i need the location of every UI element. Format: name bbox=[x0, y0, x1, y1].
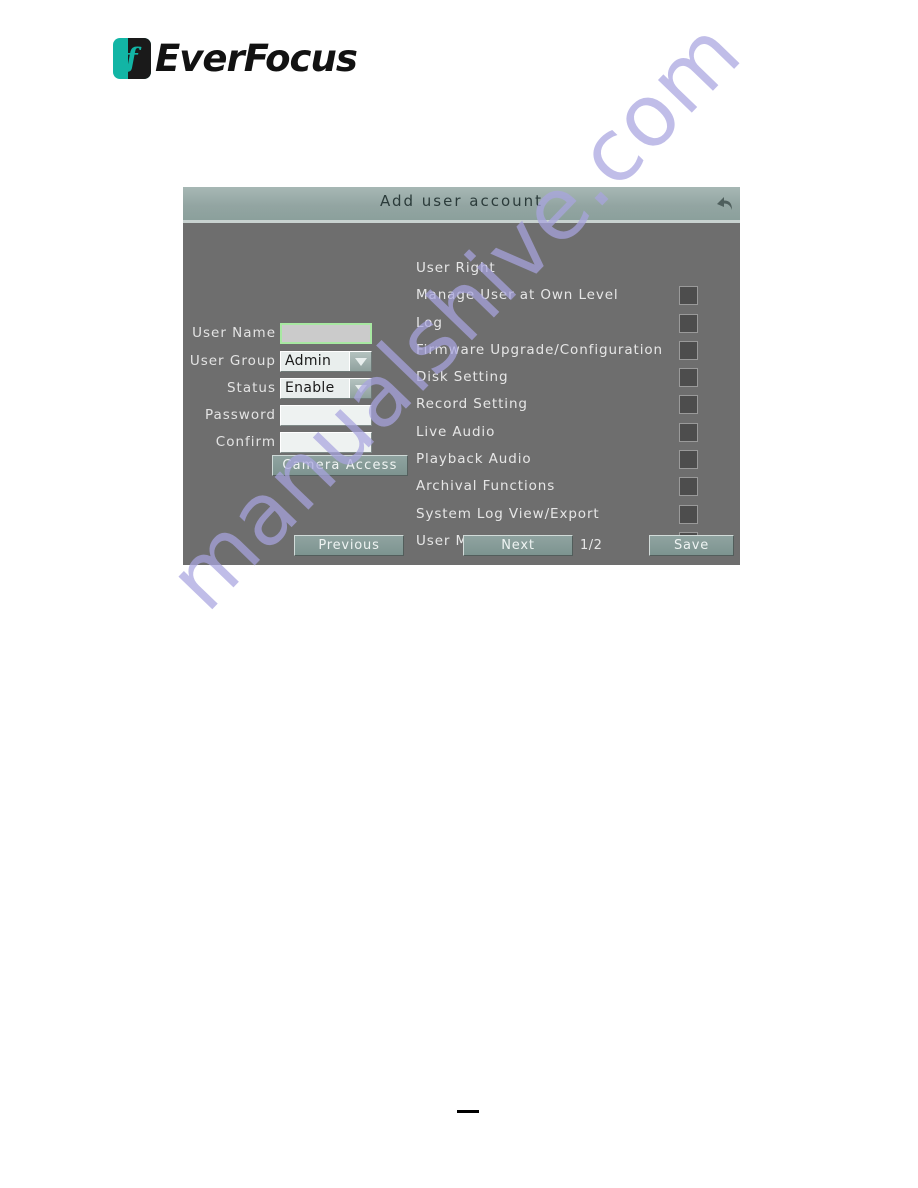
save-button[interactable]: Save bbox=[649, 535, 734, 556]
permission-row: Playback Audio bbox=[416, 448, 740, 475]
permission-label: Live Audio bbox=[416, 423, 496, 440]
chevron-down-icon[interactable] bbox=[349, 379, 371, 398]
permission-row: Firmware Upgrade/Configuration bbox=[416, 339, 740, 366]
page-number-dash bbox=[457, 1110, 479, 1113]
permission-checkbox[interactable] bbox=[679, 340, 698, 360]
permission-label: Disk Setting bbox=[416, 369, 509, 386]
camera-access-button[interactable]: Camera Access bbox=[272, 455, 408, 476]
permission-label: System Log View/Export bbox=[416, 505, 600, 522]
back-arrow-icon[interactable] bbox=[708, 188, 738, 218]
permission-checkbox[interactable] bbox=[679, 450, 698, 470]
form-row-password: Password bbox=[183, 405, 413, 429]
form-row-status: Status Enable bbox=[183, 378, 413, 402]
user-name-label: User Name bbox=[192, 325, 276, 341]
status-select[interactable]: Enable bbox=[280, 378, 372, 399]
page-indicator: 1/2 bbox=[580, 538, 603, 553]
permission-row: Manage User at Own Level bbox=[416, 284, 740, 311]
user-group-value: Admin bbox=[285, 353, 332, 369]
confirm-input[interactable] bbox=[280, 432, 372, 453]
permission-row: Live Audio bbox=[416, 421, 740, 448]
status-value: Enable bbox=[285, 380, 335, 396]
permission-checkbox[interactable] bbox=[679, 395, 698, 415]
dialog-title: Add user account bbox=[379, 192, 544, 210]
user-name-input[interactable] bbox=[280, 323, 372, 344]
dialog-titlebar: Add user account bbox=[183, 187, 740, 223]
chevron-down-icon[interactable] bbox=[349, 352, 371, 371]
permission-row: Disk Setting bbox=[416, 366, 740, 393]
permission-checkbox[interactable] bbox=[679, 504, 698, 524]
user-right-header-label: User Right bbox=[416, 260, 496, 276]
form-row-user-name: User Name bbox=[183, 323, 413, 347]
permission-checkbox[interactable] bbox=[679, 477, 698, 497]
password-input[interactable] bbox=[280, 405, 372, 426]
permission-checkbox[interactable] bbox=[679, 422, 698, 442]
dialog-body: User Name User Group Admin Status Enable… bbox=[183, 223, 740, 565]
brand-name: EverFocus bbox=[155, 36, 358, 80]
user-group-label: User Group bbox=[189, 353, 276, 369]
next-button[interactable]: Next bbox=[463, 535, 573, 556]
password-label: Password bbox=[204, 407, 276, 423]
user-right-header-row: User Right bbox=[416, 257, 740, 284]
previous-button[interactable]: Previous bbox=[294, 535, 404, 556]
permission-label: Log bbox=[416, 314, 443, 331]
everfocus-logo-mark-icon: f bbox=[113, 38, 151, 79]
permission-row: Log bbox=[416, 312, 740, 339]
user-group-select[interactable]: Admin bbox=[280, 351, 372, 372]
form-row-confirm: Confirm bbox=[183, 432, 413, 456]
user-right-permission-list: User Right Manage User at Own Level Log … bbox=[416, 257, 740, 557]
confirm-label: Confirm bbox=[215, 434, 276, 450]
logo-mark-letter: f bbox=[126, 43, 138, 74]
permission-label: Record Setting bbox=[416, 396, 528, 413]
permission-label: Playback Audio bbox=[416, 451, 532, 468]
page-watermark: manualshive.com bbox=[0, 0, 918, 1188]
permission-checkbox[interactable] bbox=[679, 286, 698, 306]
permission-row: Record Setting bbox=[416, 393, 740, 420]
status-label: Status bbox=[226, 380, 276, 396]
permission-label: Manage User at Own Level bbox=[416, 287, 619, 304]
everfocus-logo: f EverFocus bbox=[113, 36, 358, 80]
permission-row: Archival Functions bbox=[416, 475, 740, 502]
permission-checkbox[interactable] bbox=[679, 313, 698, 333]
permission-label: Archival Functions bbox=[416, 478, 556, 495]
permission-checkbox[interactable] bbox=[679, 368, 698, 388]
permission-row: System Log View/Export bbox=[416, 503, 740, 530]
add-user-account-dialog: Add user account User Name User Group Ad… bbox=[183, 187, 740, 565]
permission-label: Firmware Upgrade/Configuration bbox=[416, 341, 663, 358]
form-row-user-group: User Group Admin bbox=[183, 351, 413, 375]
